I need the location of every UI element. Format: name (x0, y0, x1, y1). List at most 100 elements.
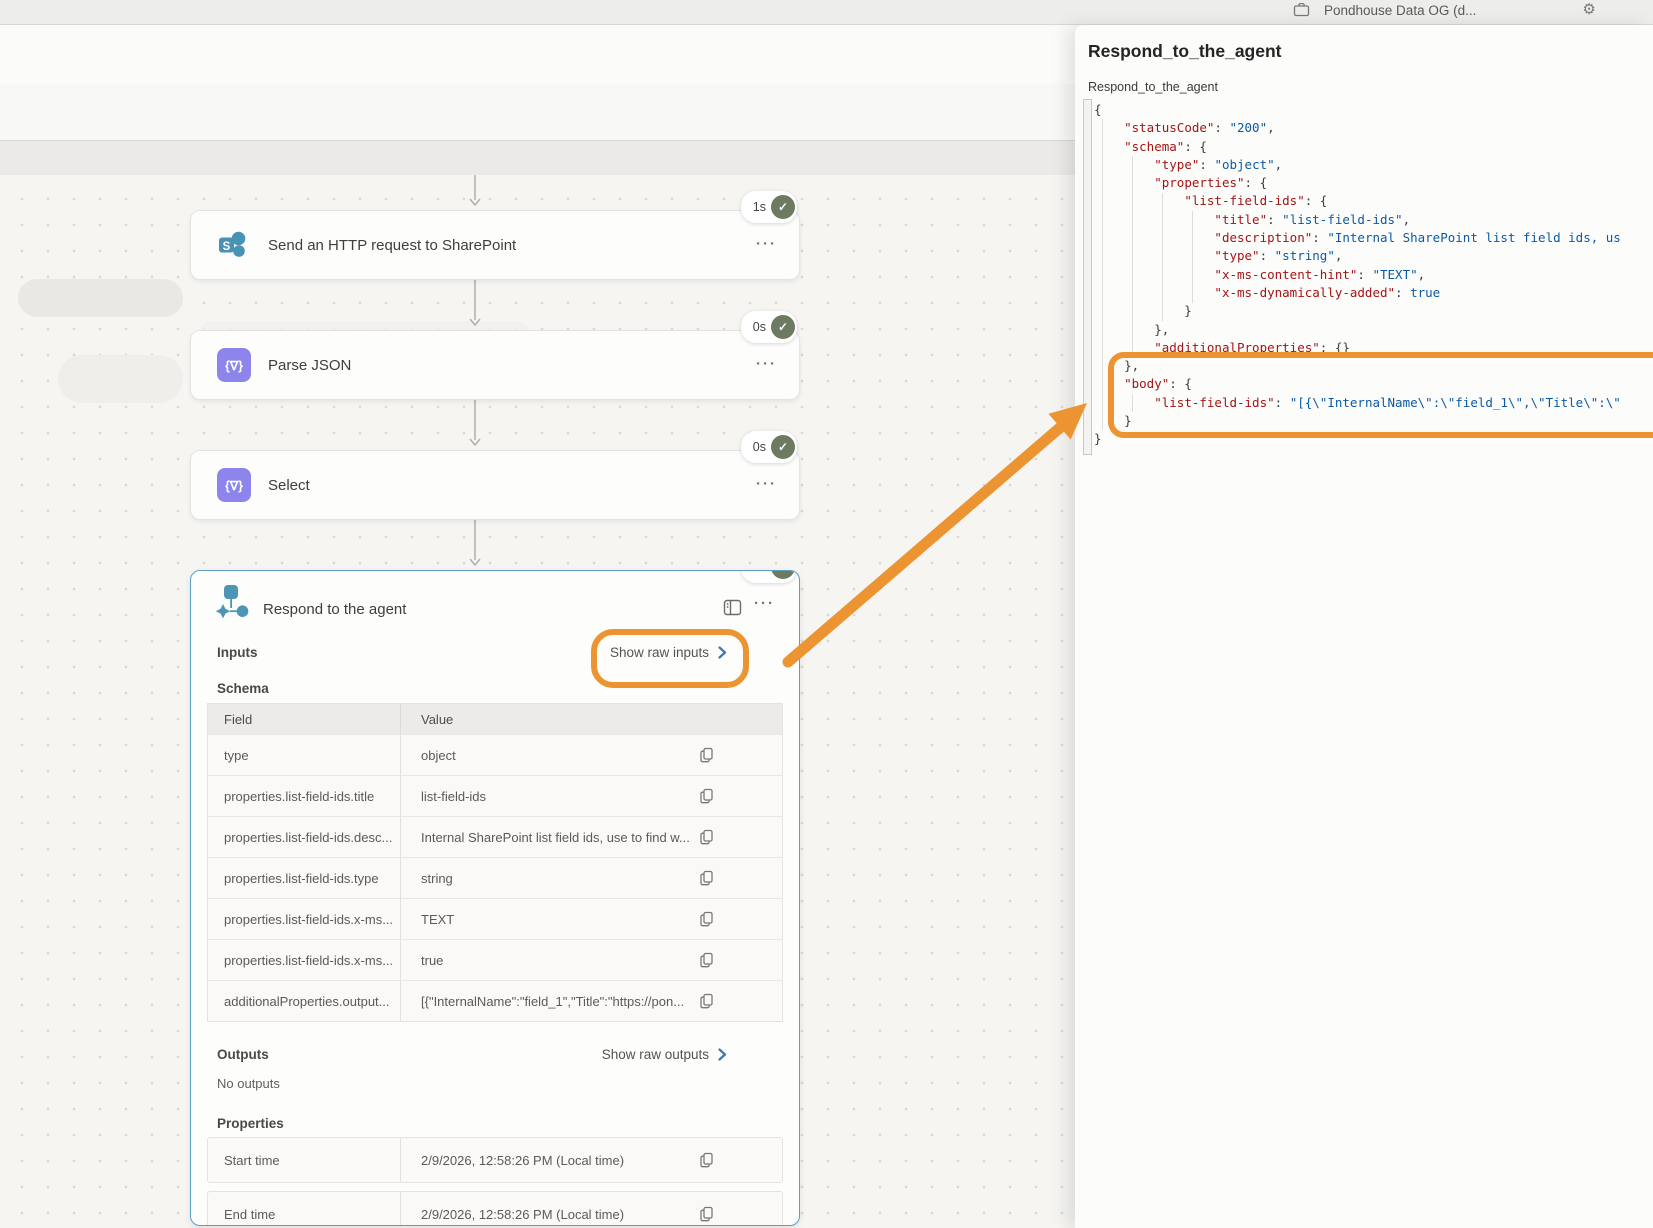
copy-value-button[interactable] (697, 1204, 716, 1224)
schema-table-row: additionalProperties.output... [{"Intern… (208, 980, 782, 1021)
data-operation-icon: {∇} (217, 348, 251, 382)
code-line: "list-field-ids": { (1094, 192, 1621, 210)
properties-section-label: Properties (217, 1116, 284, 1131)
agent-respond-icon (215, 584, 253, 629)
environment-selector[interactable]: Pondhouse Data OG (d... (1324, 0, 1476, 18)
indent-guide (1102, 119, 1103, 430)
copy-value-button[interactable] (697, 991, 716, 1011)
value-cell: string (400, 858, 782, 898)
copy-value-button[interactable] (697, 827, 716, 847)
indent-guide (1192, 211, 1193, 303)
copy-value-button[interactable] (697, 1150, 716, 1170)
show-raw-outputs-link[interactable]: Show raw outputs (602, 1047, 727, 1062)
chevron-right-icon (718, 646, 727, 659)
status-badge: 0s ✓ (741, 431, 797, 463)
canvas-watermark-shape (18, 279, 183, 317)
duration-label: 1s (753, 200, 766, 214)
code-gutter-scrollbar[interactable] (1083, 99, 1092, 455)
indent-guide (1132, 156, 1133, 357)
action-title: Select (268, 477, 310, 494)
action-title: Respond to the agent (263, 601, 406, 618)
action-card-select[interactable]: {∇} Select ··· 0s ✓ (190, 450, 800, 520)
flow-connector-arrow[interactable] (469, 398, 481, 447)
flow-connector-arrow[interactable] (469, 175, 481, 207)
duration-label: 0s (753, 320, 766, 334)
schema-table-row: properties.list-field-ids.x-ms... TEXT (208, 898, 782, 939)
duration-label: 0s (753, 440, 766, 454)
copy-value-button[interactable] (697, 745, 716, 765)
column-header-value: Value (400, 704, 782, 734)
inputs-section-label: Inputs (217, 645, 258, 660)
action-card-respond-to-the-agent[interactable]: Respond to the agent ··· Inputs Show raw… (190, 570, 800, 1226)
power-automate-run-view: Pondhouse Data OG (d... ⚙ S Send an HTTP… (0, 0, 1653, 1228)
property-row-end-time: End time 2/9/2026, 12:58:26 PM (Local ti… (207, 1191, 783, 1226)
field-cell: properties.list-field-ids.title (208, 789, 400, 804)
copy-value-button[interactable] (697, 868, 716, 888)
code-line: "schema": { (1094, 138, 1621, 156)
code-line: }, (1094, 321, 1621, 339)
svg-text:S: S (223, 241, 231, 253)
code-line: "statusCode": "200", (1094, 119, 1621, 137)
data-operation-icon: {∇} (217, 468, 251, 502)
code-line: "properties": { (1094, 174, 1621, 192)
field-cell: properties.list-field-ids.x-ms... (208, 912, 400, 927)
value-cell: 2/9/2026, 12:58:26 PM (Local time) (400, 1192, 782, 1226)
raw-inputs-panel: Respond_to_the_agent Respond_to_the_agen… (1075, 25, 1653, 1228)
column-header-field: Field (208, 712, 400, 727)
open-side-panel-icon[interactable] (723, 598, 742, 622)
action-card-parse-json[interactable]: {∇} Parse JSON ··· 0s ✓ (190, 330, 800, 400)
copy-value-button[interactable] (697, 786, 716, 806)
header-band (0, 24, 1080, 85)
schema-table-header: Field Value (208, 704, 782, 734)
value-cell: TEXT (400, 899, 782, 939)
canvas-watermark-shape (58, 355, 183, 403)
code-line: "additionalProperties": {} (1094, 339, 1621, 357)
success-check-icon: ✓ (771, 435, 795, 459)
toolbar-band (0, 84, 1080, 140)
field-cell: additionalProperties.output... (208, 994, 400, 1009)
flow-connector-arrow[interactable] (469, 518, 481, 567)
code-line: "x-ms-content-hint": "TEXT", (1094, 266, 1621, 284)
field-cell: End time (208, 1207, 400, 1222)
schema-table: Field Value type object properties.list-… (207, 703, 783, 1022)
value-cell: 2/9/2026, 12:58:26 PM (Local time) (400, 1138, 782, 1182)
action-card-send-an-http-request-to-sharepoint[interactable]: S Send an HTTP request to SharePoint ···… (190, 210, 800, 280)
show-raw-inputs-link[interactable]: Show raw inputs (610, 645, 727, 660)
flow-connector-arrow[interactable] (469, 278, 481, 327)
success-check-icon: ✓ (771, 570, 795, 579)
value-cell: true (400, 940, 782, 980)
copy-value-button[interactable] (697, 950, 716, 970)
outputs-section-label: Outputs (217, 1047, 269, 1062)
schema-table-row: properties.list-field-ids.type string (208, 857, 782, 898)
code-line: "type": "object", (1094, 156, 1621, 174)
status-badge: 0s ✓ (741, 570, 797, 583)
chevron-right-icon (718, 1048, 727, 1061)
indent-guide (1162, 193, 1163, 321)
code-line: } (1094, 412, 1621, 430)
collapsed-toolbar-strip (0, 140, 1080, 177)
status-badge: 0s ✓ (741, 311, 797, 343)
schema-table-row: properties.list-field-ids.title list-fie… (208, 775, 782, 816)
value-cell: object (400, 735, 782, 775)
action-menu-ellipsis[interactable]: ··· (756, 476, 777, 491)
panel-title: Respond_to_the_agent (1088, 41, 1282, 62)
schema-table-row: type object (208, 734, 782, 775)
schema-table-row: properties.list-field-ids.x-ms... true (208, 939, 782, 980)
copy-value-button[interactable] (697, 909, 716, 929)
status-badge: 1s ✓ (741, 191, 797, 223)
code-line: { (1094, 101, 1621, 119)
gear-icon[interactable]: ⚙ (1582, 0, 1595, 17)
value-cell: [{"InternalName":"field_1","Title":"http… (400, 981, 782, 1021)
no-outputs-text: No outputs (217, 1076, 280, 1091)
action-menu-ellipsis[interactable]: ··· (756, 236, 777, 251)
raw-inputs-code-viewer: { "statusCode": "200", "schema": { "type… (1094, 101, 1621, 449)
action-menu-ellipsis[interactable]: ··· (754, 595, 775, 612)
field-cell: Start time (208, 1153, 400, 1168)
success-check-icon: ✓ (771, 195, 795, 219)
action-title: Send an HTTP request to SharePoint (268, 237, 516, 254)
field-cell: properties.list-field-ids.desc... (208, 830, 400, 845)
success-check-icon: ✓ (771, 315, 795, 339)
action-menu-ellipsis[interactable]: ··· (756, 356, 777, 371)
code-line: "type": "string", (1094, 247, 1621, 265)
value-cell: list-field-ids (400, 776, 782, 816)
